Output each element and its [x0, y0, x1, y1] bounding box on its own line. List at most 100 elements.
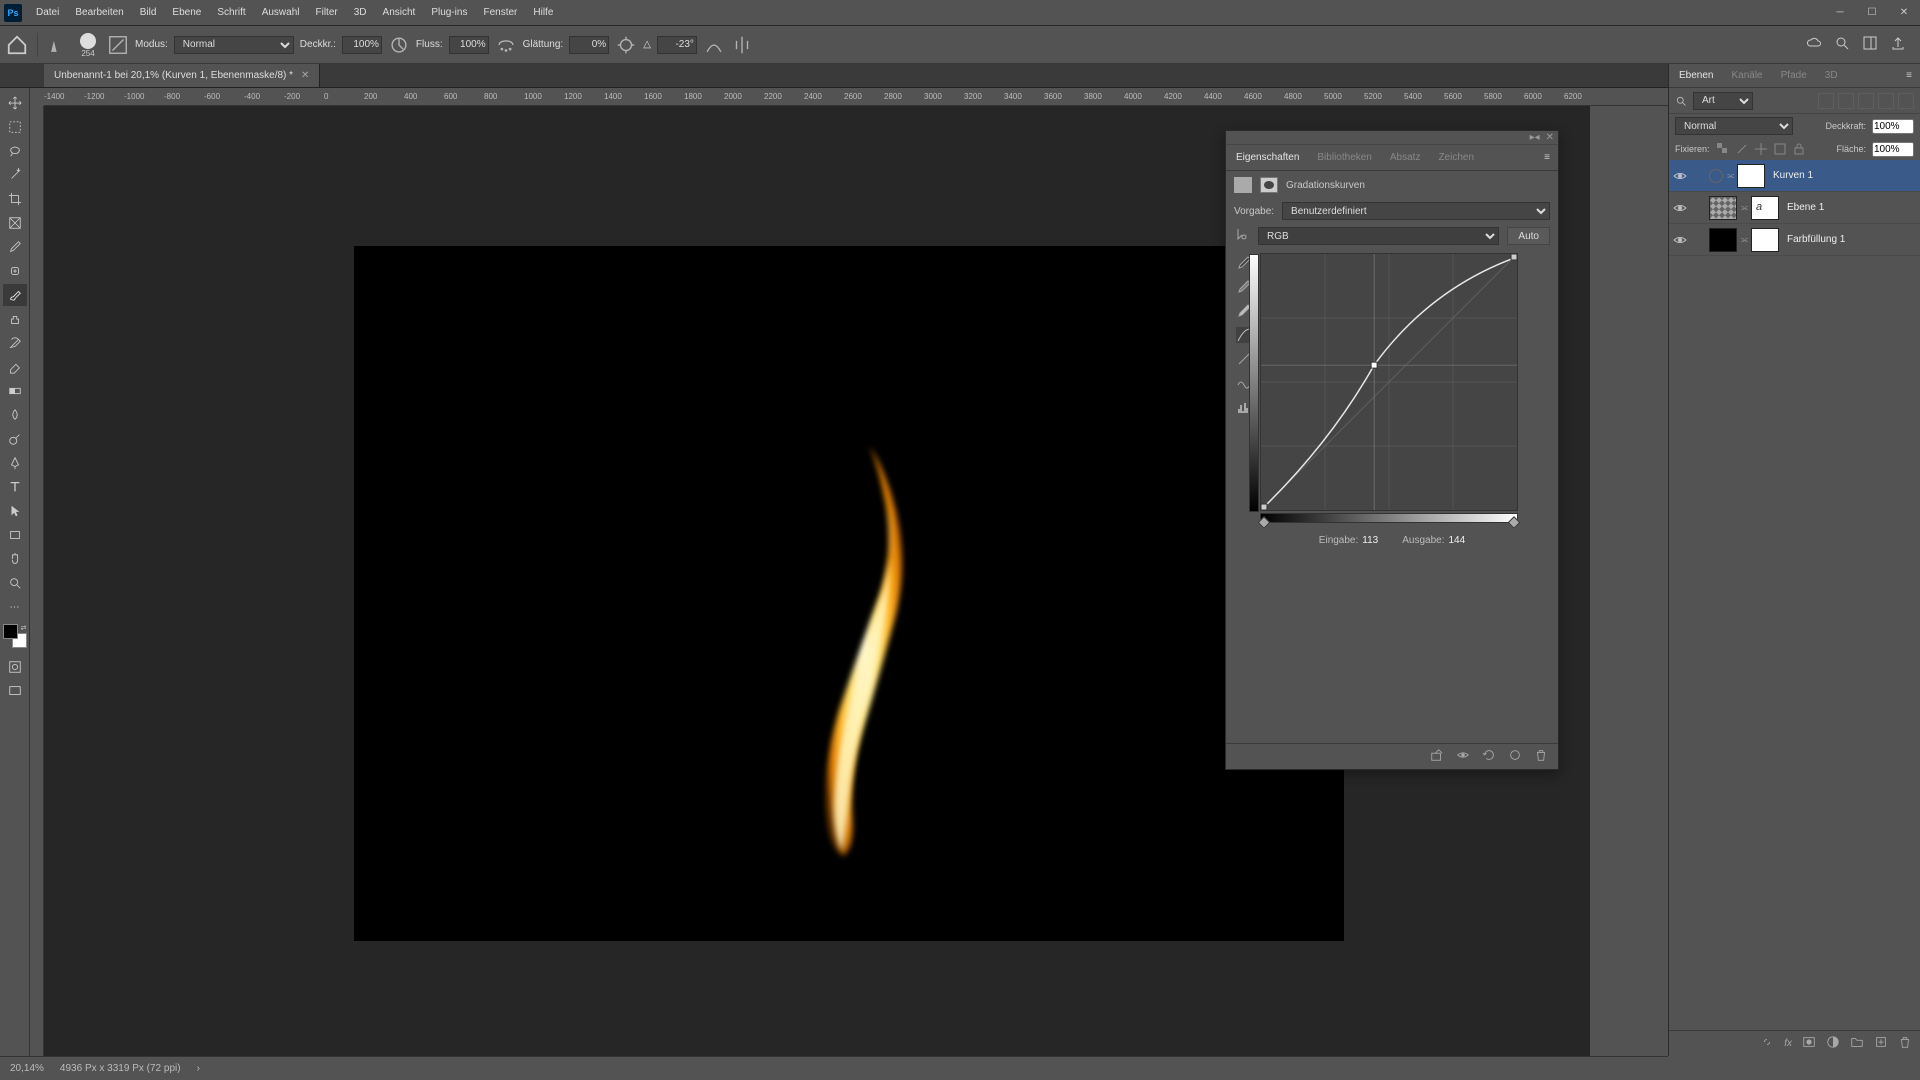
foreground-color[interactable]: [3, 624, 18, 639]
lock-transparency-icon[interactable]: [1716, 142, 1730, 156]
smoothing-input[interactable]: [569, 36, 609, 54]
layer-row-kurven[interactable]: ⫘ Kurven 1: [1669, 160, 1920, 192]
new-layer-icon[interactable]: [1874, 1035, 1888, 1052]
toggle-visibility-icon[interactable]: [1456, 748, 1470, 765]
brush-tool[interactable]: [3, 284, 27, 306]
smoothing-options-icon[interactable]: [615, 34, 637, 56]
layer-name[interactable]: Farbfüllung 1: [1787, 234, 1845, 245]
brush-panel-toggle[interactable]: [107, 34, 129, 56]
frame-tool[interactable]: [3, 212, 27, 234]
menu-auswahl[interactable]: Auswahl: [254, 0, 308, 25]
angle-input[interactable]: [657, 36, 697, 54]
flow-input[interactable]: [449, 36, 489, 54]
search-icon[interactable]: [1834, 35, 1850, 54]
filter-adj-icon[interactable]: [1838, 93, 1854, 109]
input-gradient[interactable]: [1260, 513, 1518, 523]
menu-3d[interactable]: 3D: [346, 0, 375, 25]
layer-mask-add-icon[interactable]: [1802, 1035, 1816, 1052]
zoom-level[interactable]: 20,14%: [10, 1063, 44, 1074]
history-brush-tool[interactable]: [3, 332, 27, 354]
visibility-toggle[interactable]: [1673, 233, 1687, 247]
layer-mask-icon[interactable]: [1260, 177, 1278, 193]
layer-mask-thumb[interactable]: a: [1751, 196, 1779, 220]
layer-thumb[interactable]: [1709, 196, 1737, 220]
auto-button[interactable]: Auto: [1507, 227, 1550, 245]
menu-bearbeiten[interactable]: Bearbeiten: [67, 0, 131, 25]
layer-mask-thumb[interactable]: [1751, 228, 1779, 252]
layer-mask-thumb[interactable]: [1737, 164, 1765, 188]
healing-brush-tool[interactable]: [3, 260, 27, 282]
menu-hilfe[interactable]: Hilfe: [525, 0, 561, 25]
layers-menu-icon[interactable]: ≡: [1906, 70, 1912, 81]
input-value[interactable]: 113: [1362, 535, 1378, 546]
window-maximize[interactable]: ☐: [1856, 0, 1888, 26]
new-group-icon[interactable]: [1850, 1035, 1864, 1052]
magic-wand-tool[interactable]: [3, 164, 27, 186]
document-tab[interactable]: Unbenannt-1 bei 20,1% (Kurven 1, Ebenenm…: [44, 64, 320, 87]
menu-schrift[interactable]: Schrift: [209, 0, 253, 25]
layer-filter-type[interactable]: Art: [1693, 92, 1753, 110]
pen-tool[interactable]: [3, 452, 27, 474]
close-tab-icon[interactable]: ✕: [301, 70, 309, 81]
airbrush-icon[interactable]: [495, 34, 517, 56]
window-close[interactable]: ✕: [1888, 0, 1920, 26]
lock-artboard-icon[interactable]: [1773, 142, 1787, 156]
curves-graph[interactable]: [1260, 253, 1518, 511]
zoom-tool[interactable]: [3, 572, 27, 594]
lock-all-icon[interactable]: [1792, 142, 1806, 156]
output-value[interactable]: 144: [1449, 535, 1466, 546]
path-selection-tool[interactable]: [3, 500, 27, 522]
visibility-toggle[interactable]: [1673, 169, 1687, 183]
link-layers-icon[interactable]: [1760, 1035, 1774, 1052]
panel-close-icon[interactable]: ✕: [1546, 132, 1554, 143]
status-chevron-icon[interactable]: ›: [197, 1063, 200, 1074]
clone-stamp-tool[interactable]: [3, 308, 27, 330]
ruler-horizontal[interactable]: -1400-1200-1000-800-600-400-200020040060…: [44, 88, 1920, 106]
document-dimensions[interactable]: 4936 Px x 3319 Px (72 ppi): [60, 1063, 181, 1074]
layer-row-farbfuellung[interactable]: ⫘ Farbfüllung 1: [1669, 224, 1920, 256]
layer-row-ebene1[interactable]: ⫘ a Ebene 1: [1669, 192, 1920, 224]
tab-bibliotheken[interactable]: Bibliotheken: [1315, 148, 1373, 167]
opacity-pressure-icon[interactable]: [388, 34, 410, 56]
quick-mask-mode[interactable]: [3, 656, 27, 678]
eyedropper-tool[interactable]: [3, 236, 27, 258]
targeted-adjustment-icon[interactable]: [1234, 227, 1250, 246]
tab-eigenschaften[interactable]: Eigenschaften: [1234, 148, 1301, 167]
hand-tool[interactable]: [3, 548, 27, 570]
tab-zeichen[interactable]: Zeichen: [1436, 148, 1476, 167]
eraser-tool[interactable]: [3, 356, 27, 378]
rectangle-tool[interactable]: [3, 524, 27, 546]
filter-smart-icon[interactable]: [1898, 93, 1914, 109]
panel-collapse-icon[interactable]: ▸◂: [1530, 132, 1540, 143]
type-tool[interactable]: [3, 476, 27, 498]
marquee-tool[interactable]: [3, 116, 27, 138]
filter-pixel-icon[interactable]: [1818, 93, 1834, 109]
share-icon[interactable]: [1890, 35, 1906, 54]
lock-position-icon[interactable]: [1754, 142, 1768, 156]
layer-fill-input[interactable]: [1872, 142, 1914, 157]
visibility-toggle[interactable]: [1673, 201, 1687, 215]
menu-datei[interactable]: Datei: [28, 0, 67, 25]
layer-opacity-input[interactable]: [1872, 119, 1914, 134]
lasso-tool[interactable]: [3, 140, 27, 162]
tab-3d-layers[interactable]: 3D: [1823, 66, 1840, 85]
layer-name[interactable]: Ebene 1: [1787, 202, 1824, 213]
tablet-pressure-size-icon[interactable]: [703, 34, 725, 56]
view-previous-icon[interactable]: [1482, 748, 1496, 765]
lock-pixels-icon[interactable]: [1735, 142, 1749, 156]
tab-ebenen[interactable]: Ebenen: [1677, 66, 1715, 85]
workspace-icon[interactable]: [1862, 35, 1878, 54]
menu-fenster[interactable]: Fenster: [475, 0, 525, 25]
move-tool[interactable]: [3, 92, 27, 114]
layer-blend-mode[interactable]: Normal: [1675, 117, 1793, 135]
layer-style-icon[interactable]: fx: [1784, 1038, 1792, 1049]
brush-preset-picker[interactable]: 254: [75, 32, 101, 58]
window-minimize[interactable]: ─: [1824, 0, 1856, 26]
dodge-tool[interactable]: [3, 428, 27, 450]
filter-type-icon[interactable]: [1858, 93, 1874, 109]
crop-tool[interactable]: [3, 188, 27, 210]
home-button[interactable]: [6, 34, 28, 56]
symmetry-icon[interactable]: [731, 34, 753, 56]
color-swatches[interactable]: ⇄: [3, 624, 27, 648]
tab-pfade[interactable]: Pfade: [1779, 66, 1809, 85]
